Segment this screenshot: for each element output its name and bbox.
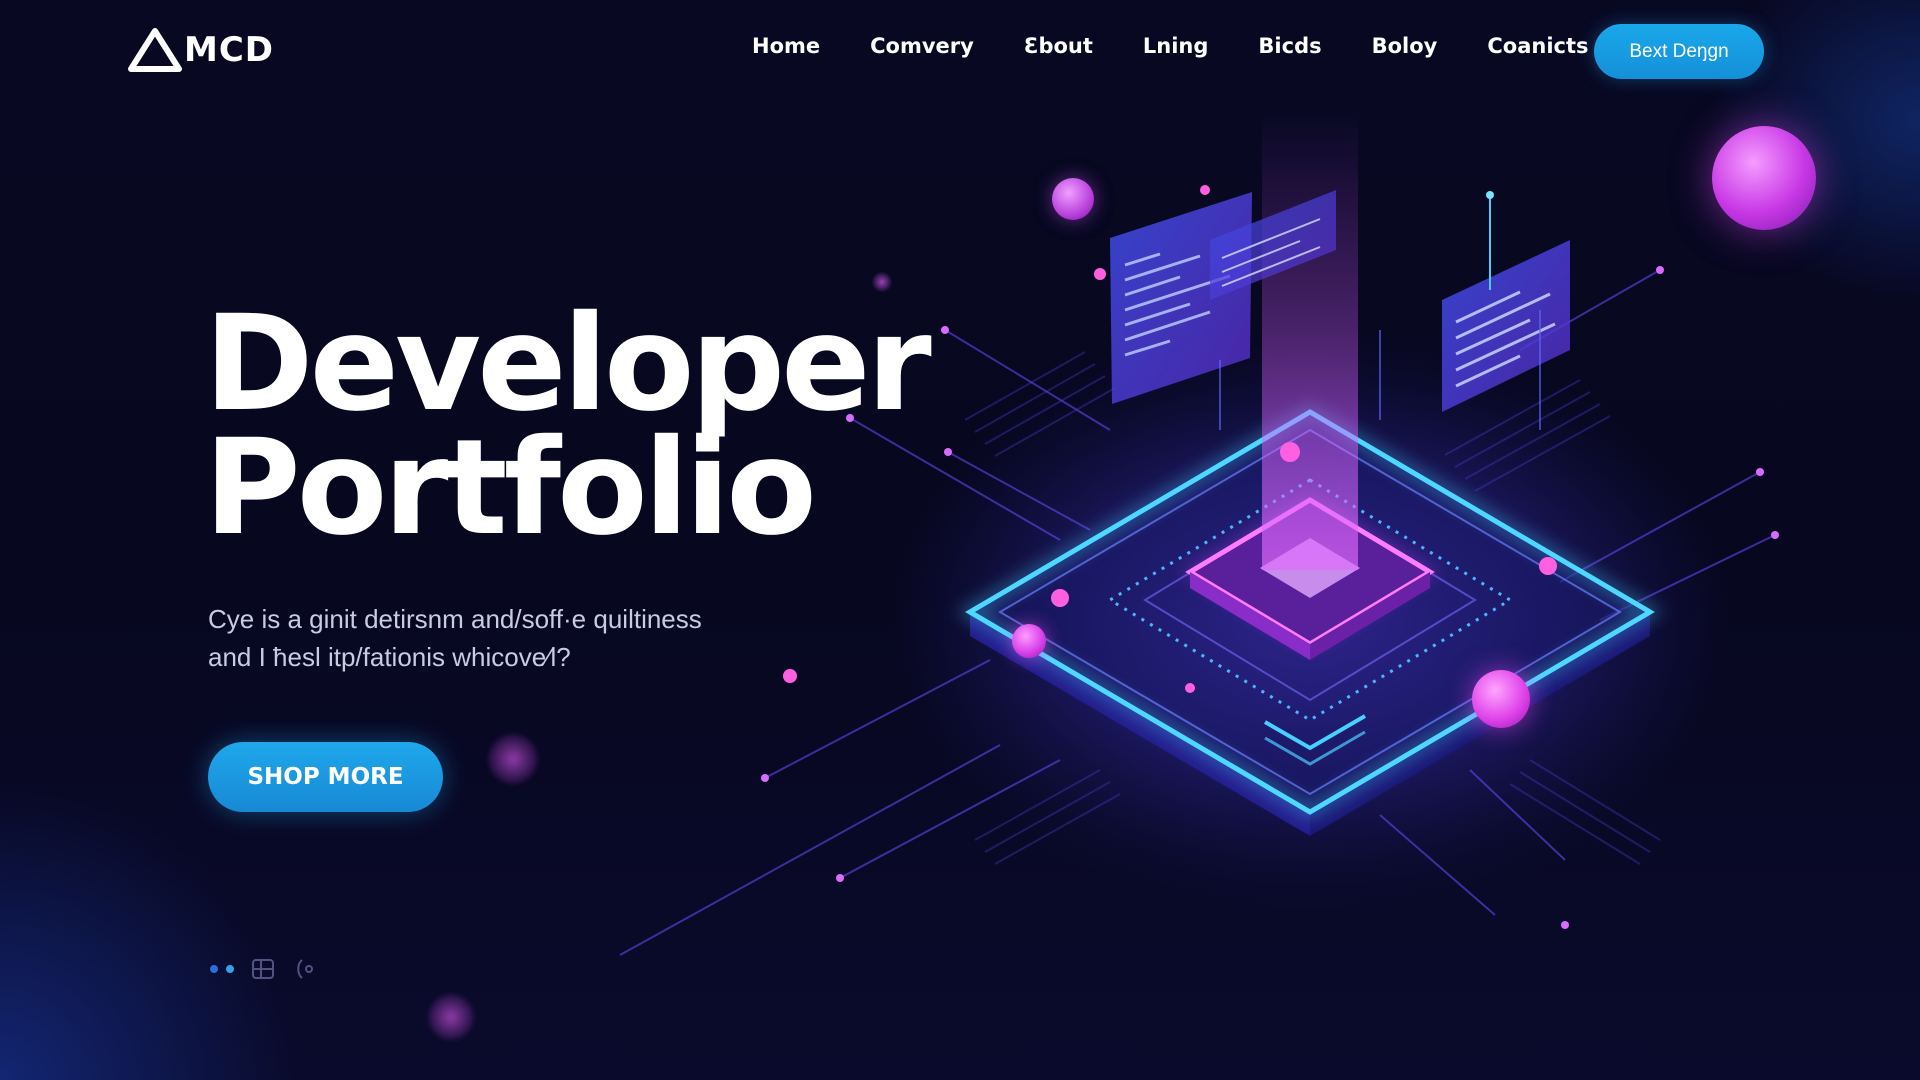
layers-icon[interactable]: [248, 956, 278, 982]
glow-orb: [488, 734, 538, 784]
pager-dot: [226, 965, 234, 973]
scroll-icon[interactable]: [292, 956, 322, 982]
glow-orb: [428, 994, 474, 1040]
glow-orb: [1052, 178, 1094, 220]
hero-title-line: Portfolio: [204, 411, 817, 565]
nav-item-comvery[interactable]: Comvery: [870, 34, 974, 58]
nav-item-bicds[interactable]: Bicds: [1258, 34, 1321, 58]
header-cta-button[interactable]: Bext Deŋgn: [1594, 24, 1764, 79]
main-nav: Home Comvery Ɛbout Lning Bicds Boloy Coa…: [752, 34, 1639, 58]
glow-orb: [1472, 670, 1530, 728]
nav-item-coanicts[interactable]: Coanicts: [1487, 34, 1588, 58]
glow-orb: [1712, 126, 1816, 230]
pager-dot: [210, 965, 218, 973]
hero-title: Developer Portfolio: [204, 287, 932, 565]
logo-triangle-icon: [128, 28, 182, 72]
nav-item-boloy[interactable]: Boloy: [1372, 34, 1438, 58]
bottom-icon-row: [210, 956, 322, 982]
logo[interactable]: MCD: [128, 28, 274, 72]
nav-item-home[interactable]: Home: [752, 34, 820, 58]
hero-subtitle-line: Cye is a ginit detirsnm and/soff·e quilt…: [208, 604, 702, 634]
nav-item-lning[interactable]: Lning: [1143, 34, 1209, 58]
landing-page: MCD Home Comvery Ɛbout Lning Bicds Boloy…: [0, 0, 1920, 1080]
hero-subtitle: Cye is a ginit detirsnm and/soff·e quilt…: [208, 600, 768, 676]
nav-item-about[interactable]: Ɛbout: [1024, 34, 1093, 58]
pager-dots-icon[interactable]: [210, 965, 234, 973]
hero-title-line: Developer: [204, 287, 932, 441]
logo-text: MCD: [184, 30, 275, 70]
hero-subtitle-line: and I ħesl itp/fationis whicove⁄l?: [208, 642, 571, 672]
glow-orb: [1012, 624, 1046, 658]
shop-more-button[interactable]: SHOP MORE: [208, 742, 443, 812]
